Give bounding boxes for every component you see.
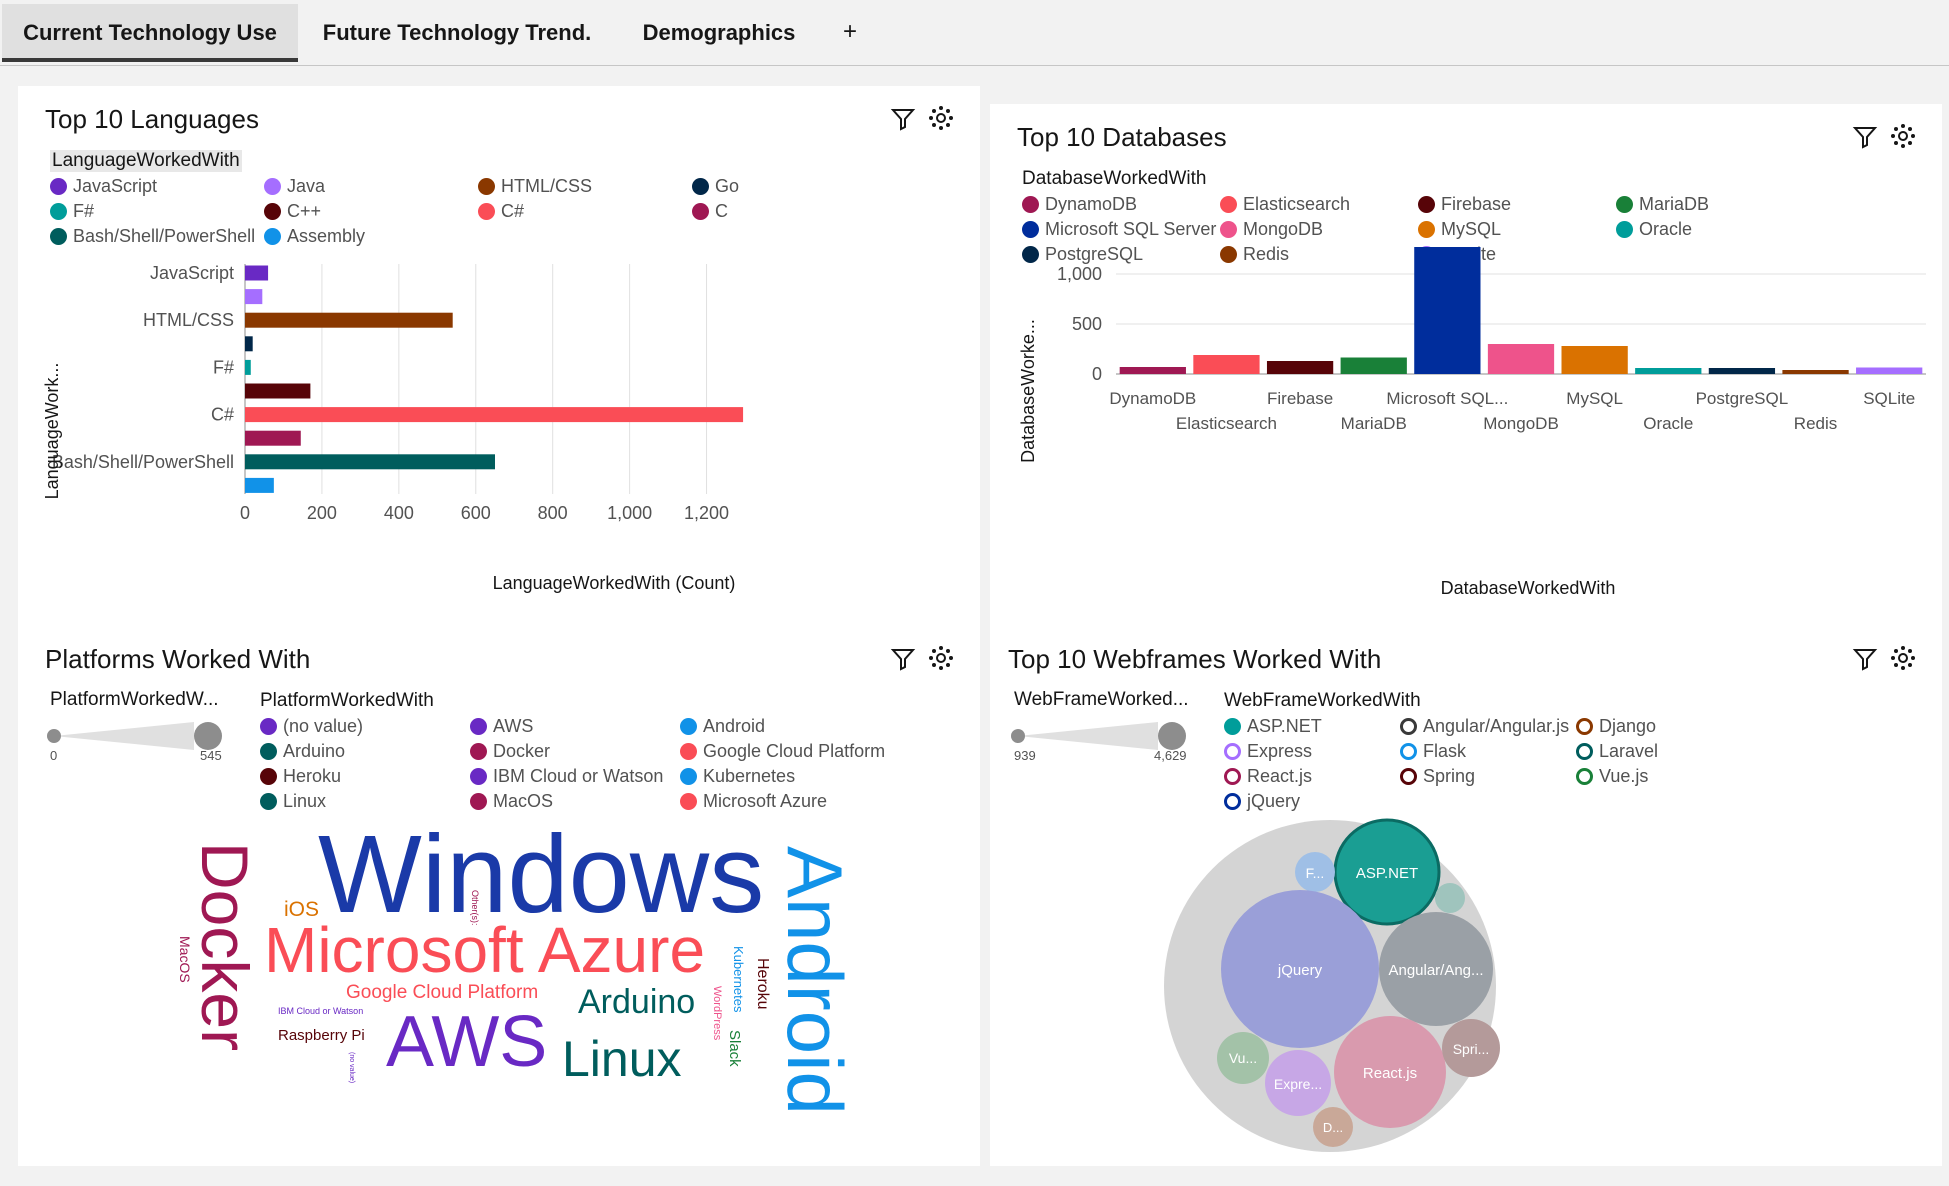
database-bar[interactable] — [1119, 367, 1186, 374]
databases-x-axis-label: DatabaseWorkedWith — [1441, 578, 1616, 598]
add-tab-button[interactable]: + — [843, 18, 857, 46]
category-label: DynamoDB — [1109, 389, 1196, 408]
word-ios: iOS — [284, 898, 319, 921]
webframes-panel: Top 10 Webframes Worked With WebFrameWor… — [990, 626, 1942, 1166]
y-tick-label: 1,000 — [1057, 264, 1102, 284]
language-bar[interactable] — [245, 407, 744, 423]
word-slack: Slack — [726, 1030, 743, 1067]
languages-x-axis-label: LanguageWorkedWith (Count) — [493, 573, 736, 593]
category-label: JavaScript — [150, 263, 234, 283]
word-heroku: Heroku — [754, 958, 771, 1010]
category-label: MySQL — [1566, 389, 1623, 408]
languages-panel: Top 10 Languages LanguageWorkedWith Java… — [18, 86, 980, 626]
language-bar[interactable] — [245, 383, 311, 399]
database-bar[interactable] — [1487, 344, 1555, 374]
webframes-bubble-chart: ASP.NET F... jQuery Angular/Ang... Vu...… — [1164, 818, 1500, 1152]
languages-bar-chart: JavaScript HTML/CSS F# C# Bash/Shell/PowerSh… — [42, 263, 744, 593]
word-google-cloud-platform: Google Cloud Platform — [346, 982, 538, 1003]
category-label: MariaDB — [1341, 414, 1407, 433]
bubble-laravel[interactable] — [1435, 883, 1465, 913]
database-bar[interactable] — [1340, 357, 1407, 375]
language-bar[interactable] — [245, 359, 251, 375]
category-label: C# — [211, 405, 234, 425]
bubble-label: Spri... — [1453, 1041, 1490, 1057]
category-label: SQLite — [1863, 389, 1915, 408]
database-bar[interactable] — [1782, 370, 1849, 374]
tab-future-technology-trend[interactable]: Future Technology Trend. — [312, 4, 602, 62]
bubble-label: Angular/Ang... — [1388, 962, 1483, 979]
bubble-label: React.js — [1363, 1065, 1417, 1082]
tab-bar: Current Technology Use Future Technology… — [0, 0, 1949, 66]
database-bar[interactable] — [1561, 346, 1628, 374]
category-label: HTML/CSS — [143, 310, 234, 330]
database-bar[interactable] — [1266, 361, 1334, 374]
tab-demographics[interactable]: Demographics — [624, 4, 814, 62]
bubble-label: F... — [1306, 865, 1325, 881]
x-tick-label: 200 — [307, 503, 337, 523]
word-docker: Docker — [188, 842, 262, 1051]
languages-tick-labels: 0 200 400 600 800 1,000 1,200 — [240, 503, 729, 523]
databases-tick-labels: 0 500 1,000 — [1057, 264, 1102, 384]
bubble-label: Vu... — [1229, 1050, 1257, 1066]
platforms-panel: Platforms Worked With PlatformWorkedW...… — [18, 626, 980, 1166]
databases-category-labels: DynamoDB Elasticsearch Firebase MariaDB Micr… — [1109, 389, 1915, 433]
category-label: Bash/Shell/PowerShell — [52, 452, 234, 472]
word-linux: Linux — [562, 1031, 682, 1087]
category-label: Firebase — [1267, 389, 1333, 408]
bubble-label: Expre... — [1274, 1076, 1322, 1092]
word-raspberry-pi: Raspberry Pi — [278, 1027, 365, 1044]
word-aws: AWS — [386, 1002, 547, 1082]
word-wordpress: WordPress — [711, 986, 723, 1041]
databases-y-axis-label: DatabaseWorke... — [1018, 319, 1038, 463]
category-label: PostgreSQL — [1696, 389, 1789, 408]
bubble-label: ASP.NET — [1356, 865, 1418, 882]
tab-current-technology-use[interactable]: Current Technology Use — [2, 4, 298, 62]
x-tick-label: 400 — [384, 503, 414, 523]
databases-bar-chart: DynamoDB Elasticsearch Firebase MariaDB Micr… — [1018, 247, 1926, 598]
database-bar[interactable] — [1708, 368, 1776, 374]
category-label: F# — [213, 357, 234, 377]
language-bar[interactable] — [245, 312, 453, 328]
databases-bars — [1119, 247, 1923, 375]
word-kubernetes: Kubernetes — [731, 946, 746, 1013]
language-bar[interactable] — [245, 477, 274, 493]
languages-category-labels: JavaScript HTML/CSS F# C# Bash/Shell/PowerSh… — [52, 263, 234, 472]
word-microsoft-azure: Microsoft Azure — [264, 914, 705, 986]
word-no-value: (no value) — [348, 1052, 355, 1083]
language-bar[interactable] — [245, 265, 269, 281]
x-tick-label: 600 — [461, 503, 491, 523]
languages-y-axis-label: LanguageWork... — [42, 363, 62, 500]
language-bar[interactable] — [245, 336, 253, 352]
languages-bars — [245, 265, 744, 493]
x-tick-label: 1,000 — [607, 503, 652, 523]
bubble-label: D... — [1323, 1120, 1343, 1135]
word-others: Other(s): — [470, 890, 480, 926]
category-label: Elasticsearch — [1176, 414, 1277, 433]
word-arduino: Arduino — [578, 983, 695, 1021]
database-bar[interactable] — [1414, 247, 1481, 374]
word-ibm-cloud-or-watson: IBM Cloud or Watson — [278, 1006, 363, 1016]
word-macos: MacOS — [177, 936, 193, 983]
x-tick-label: 800 — [538, 503, 568, 523]
category-label: Redis — [1794, 414, 1837, 433]
word-android: Android — [771, 846, 859, 1115]
y-tick-label: 0 — [1092, 364, 1102, 384]
platforms-word-cloud: Windows Microsoft Azure Android Docker A… — [177, 813, 859, 1115]
database-bar[interactable] — [1193, 355, 1260, 374]
category-label: Oracle — [1643, 414, 1693, 433]
language-bar[interactable] — [245, 289, 263, 305]
bubble-label: jQuery — [1277, 962, 1323, 979]
y-tick-label: 500 — [1072, 314, 1102, 334]
x-tick-label: 0 — [240, 503, 250, 523]
category-label: MongoDB — [1483, 414, 1559, 433]
language-bar[interactable] — [245, 430, 301, 446]
x-tick-label: 1,200 — [684, 503, 729, 523]
category-label: Microsoft SQL... — [1386, 389, 1508, 408]
databases-panel: Top 10 Databases DatabaseWorkedWith Dyna… — [990, 104, 1942, 626]
database-bar[interactable] — [1635, 368, 1702, 374]
language-bar[interactable] — [245, 454, 495, 470]
database-bar[interactable] — [1856, 367, 1923, 375]
